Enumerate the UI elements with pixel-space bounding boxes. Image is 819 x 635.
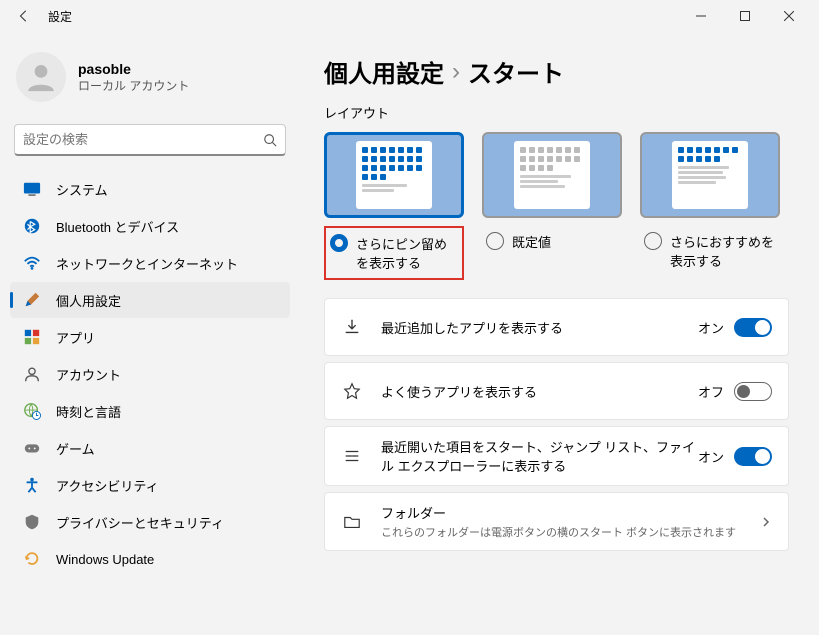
sidebar-item-personalization[interactable]: 個人用設定 xyxy=(10,282,290,318)
layout-more-pins[interactable] xyxy=(324,132,464,218)
nav-label: 個人用設定 xyxy=(56,291,121,310)
profile[interactable]: pasoble ローカル アカウント xyxy=(6,40,294,120)
list-icon xyxy=(341,445,363,467)
nav-label: ゲーム xyxy=(56,439,95,458)
nav-label: アカウント xyxy=(56,365,121,384)
minimize-button[interactable] xyxy=(679,0,723,32)
nav-label: アクセシビリティ xyxy=(56,476,159,495)
setting-label: 最近追加したアプリを表示する xyxy=(381,318,698,337)
nav-label: 時刻と言語 xyxy=(56,402,121,421)
search-input[interactable] xyxy=(23,132,263,147)
brush-icon xyxy=(22,290,42,310)
setting-most-used[interactable]: よく使うアプリを表示する オフ xyxy=(324,362,789,420)
toggle[interactable] xyxy=(734,318,772,337)
radio-default[interactable]: 既定値 xyxy=(482,226,622,280)
sidebar-item-accessibility[interactable]: アクセシビリティ xyxy=(10,467,290,503)
back-button[interactable] xyxy=(8,0,40,32)
layout-options xyxy=(324,132,789,218)
chevron-right-icon xyxy=(760,516,772,528)
wifi-icon xyxy=(22,253,42,273)
toggle-state: オフ xyxy=(698,382,724,401)
gamepad-icon xyxy=(22,438,42,458)
profile-type: ローカル アカウント xyxy=(78,77,189,94)
close-button[interactable] xyxy=(767,0,811,32)
setting-label: フォルダー xyxy=(381,503,752,522)
toggle[interactable] xyxy=(734,447,772,466)
radio-label: 既定値 xyxy=(512,232,551,251)
maximize-button[interactable] xyxy=(723,0,767,32)
radio-label: さらにおすすめを表示する xyxy=(670,232,776,270)
person-icon xyxy=(22,364,42,384)
setting-desc: これらのフォルダーは電源ボタンの横のスタート ボタンに表示されます xyxy=(381,524,752,540)
radio-icon xyxy=(644,232,662,250)
search-icon xyxy=(263,133,277,147)
setting-recent-apps[interactable]: 最近追加したアプリを表示する オン xyxy=(324,298,789,356)
layout-more-reco[interactable] xyxy=(640,132,780,218)
sidebar-item-gaming[interactable]: ゲーム xyxy=(10,430,290,466)
nav-label: システム xyxy=(56,180,108,199)
toggle[interactable] xyxy=(734,382,772,401)
nav-label: Windows Update xyxy=(56,552,154,567)
nav-label: アプリ xyxy=(56,328,95,347)
sidebar: pasoble ローカル アカウント システム Bluetooth とデバイス … xyxy=(0,32,300,635)
toggle-state: オン xyxy=(698,318,724,337)
setting-folders[interactable]: フォルダー これらのフォルダーは電源ボタンの横のスタート ボタンに表示されます xyxy=(324,492,789,551)
radio-more-pins[interactable]: さらにピン留めを表示する xyxy=(324,226,464,280)
nav-label: ネットワークとインターネット xyxy=(56,254,238,273)
nav-label: プライバシーとセキュリティ xyxy=(56,513,224,532)
main-content: 個人用設定 › スタート レイアウト xyxy=(300,32,819,635)
breadcrumb: 個人用設定 › スタート xyxy=(324,54,789,89)
breadcrumb-current: スタート xyxy=(468,54,564,89)
window-title: 設定 xyxy=(48,8,72,25)
sidebar-item-apps[interactable]: アプリ xyxy=(10,319,290,355)
globe-clock-icon xyxy=(22,401,42,421)
layout-title: レイアウト xyxy=(324,103,789,122)
star-icon xyxy=(341,380,363,402)
sidebar-item-accounts[interactable]: アカウント xyxy=(10,356,290,392)
sidebar-item-time[interactable]: 時刻と言語 xyxy=(10,393,290,429)
sidebar-item-bluetooth[interactable]: Bluetooth とデバイス xyxy=(10,208,290,244)
toggle-state: オン xyxy=(698,447,724,466)
sidebar-item-privacy[interactable]: プライバシーとセキュリティ xyxy=(10,504,290,540)
layout-radios: さらにピン留めを表示する 既定値 さらにおすすめを表示する xyxy=(324,226,789,280)
radio-more-reco[interactable]: さらにおすすめを表示する xyxy=(640,226,780,280)
radio-icon xyxy=(486,232,504,250)
setting-recent-items[interactable]: 最近開いた項目をスタート、ジャンプ リスト、ファイル エクスプローラーに表示する… xyxy=(324,426,789,486)
update-icon xyxy=(22,549,42,569)
display-icon xyxy=(22,179,42,199)
breadcrumb-parent[interactable]: 個人用設定 xyxy=(324,54,444,89)
bluetooth-icon xyxy=(22,216,42,236)
download-icon xyxy=(341,316,363,338)
radio-label: さらにピン留めを表示する xyxy=(356,234,458,272)
accessibility-icon xyxy=(22,475,42,495)
setting-label: よく使うアプリを表示する xyxy=(381,382,698,401)
profile-name: pasoble xyxy=(78,61,189,77)
nav: システム Bluetooth とデバイス ネットワークとインターネット 個人用設… xyxy=(6,170,294,627)
sidebar-item-network[interactable]: ネットワークとインターネット xyxy=(10,245,290,281)
folder-icon xyxy=(341,511,363,533)
avatar xyxy=(16,52,66,102)
layout-default[interactable] xyxy=(482,132,622,218)
apps-icon xyxy=(22,327,42,347)
search-box[interactable] xyxy=(14,124,286,156)
setting-label: 最近開いた項目をスタート、ジャンプ リスト、ファイル エクスプローラーに表示する xyxy=(381,437,698,475)
sidebar-item-update[interactable]: Windows Update xyxy=(10,541,290,577)
radio-icon xyxy=(330,234,348,252)
shield-icon xyxy=(22,512,42,532)
nav-label: Bluetooth とデバイス xyxy=(56,217,179,236)
titlebar: 設定 xyxy=(0,0,819,32)
breadcrumb-sep: › xyxy=(452,58,460,86)
sidebar-item-system[interactable]: システム xyxy=(10,171,290,207)
